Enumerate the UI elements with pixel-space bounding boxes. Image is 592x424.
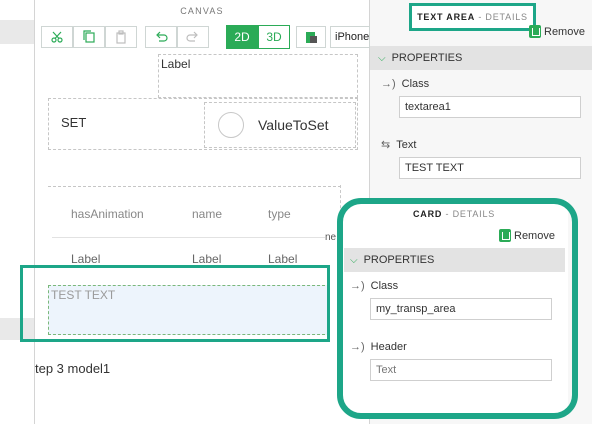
remove-label: Remove [544, 25, 585, 38]
cut-button[interactable] [41, 26, 73, 48]
class-field-label: →) Class [381, 78, 429, 90]
step-label: tep 3 model1 [35, 361, 111, 376]
label-widget-text: Label [161, 57, 191, 71]
details-title-sub: - DETAILS [478, 12, 528, 22]
class-label-text: Class [401, 78, 430, 90]
table-top-divider [48, 186, 341, 188]
trash-icon [529, 25, 541, 38]
copy-button[interactable] [73, 26, 105, 48]
remove-text-area-button[interactable]: Remove [529, 25, 585, 38]
device-icon [306, 32, 317, 43]
table-divider [52, 237, 338, 238]
text-input[interactable]: TEST TEXT [399, 157, 581, 179]
left-panel-strip [0, 20, 34, 44]
undo-icon [156, 31, 168, 42]
undo-button[interactable] [145, 26, 177, 48]
mode-3d-button[interactable]: 3D [258, 25, 290, 49]
device-select[interactable]: iPhone [330, 26, 370, 48]
paste-button[interactable] [105, 26, 137, 48]
canvas-title: CANVAS [180, 6, 224, 16]
mode-2d-button[interactable]: 2D [226, 25, 258, 49]
table-cell: Label [268, 252, 298, 266]
set-label: SET [61, 115, 87, 130]
chevron-down-icon: ⌵ [378, 52, 386, 64]
swap-icon: ⇆ [381, 139, 391, 151]
table-cell: Label [71, 252, 101, 266]
radio-label: ValueToSet [258, 117, 329, 133]
scissors-icon [51, 31, 63, 43]
copy-icon [83, 30, 95, 43]
text-field-label: ⇆ Text [381, 138, 417, 152]
table-header-cell: name [192, 207, 223, 221]
radio-button[interactable] [218, 112, 244, 138]
text-area-details-title: TEXT AREA - DETAILS [409, 3, 536, 31]
label-widget[interactable]: Label [158, 54, 358, 98]
properties-label: PROPERTIES [391, 52, 463, 64]
text-label-text: Text [396, 138, 417, 151]
device-orientation-button[interactable] [296, 26, 326, 48]
table-cell: Label [192, 252, 222, 266]
table-header-cell: hasAnimation [71, 207, 144, 221]
details-title-main: TEXT AREA [417, 12, 475, 22]
clipboard-icon [116, 30, 126, 44]
redo-icon [186, 31, 198, 42]
bind-arrow-icon: →) [381, 78, 396, 90]
class-input[interactable]: textarea1 [399, 96, 581, 118]
card-details-highlight [337, 198, 578, 419]
redo-button[interactable] [177, 26, 209, 48]
properties-section-header[interactable]: ⌵ PROPERTIES [370, 46, 592, 70]
text-area-highlight [20, 265, 330, 342]
table-header-cell: type [268, 207, 291, 221]
